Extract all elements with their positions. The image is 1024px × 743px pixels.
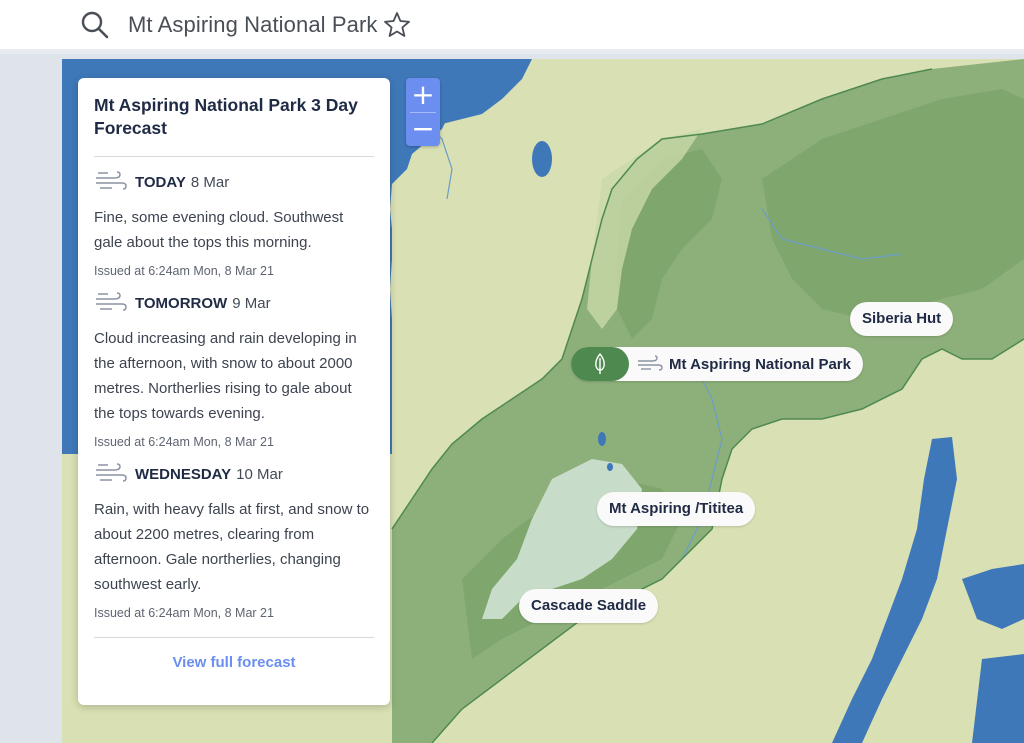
issued-time: Issued at 6:24am Mon, 8 Mar 21: [94, 264, 274, 278]
search-input[interactable]: Mt Aspiring National Park: [128, 12, 378, 38]
map-label-cascade-saddle[interactable]: Cascade Saddle: [519, 589, 659, 623]
day-description: Cloud increasing and rain developing in …: [94, 330, 357, 422]
zoom-out-button[interactable]: −: [406, 112, 440, 146]
day-date: 10 Mar: [236, 465, 283, 483]
issued-time: Issued at 6:24am Mon, 8 Mar 21: [94, 606, 274, 620]
tree-icon: [571, 347, 629, 381]
day-date: 8 Mar: [190, 173, 230, 191]
forecast-day-wednesday: WEDNESDAY 10 Mar Rain, with heavy falls …: [94, 462, 374, 620]
search-bar: Mt Aspiring National Park: [0, 0, 1024, 54]
map-label-mt-aspiring[interactable]: Mt Aspiring /Tititea: [597, 492, 756, 526]
wind-icon: [96, 171, 127, 190]
view-full-forecast-link[interactable]: View full forecast: [94, 654, 374, 671]
forecast-title: Mt Aspiring National Park 3 Day Forecast: [94, 95, 358, 138]
day-description: Fine, some evening cloud. Southwest gale…: [94, 209, 344, 251]
search-icon[interactable]: [80, 10, 110, 40]
star-icon[interactable]: [382, 10, 412, 40]
map-label-siberia-hut[interactable]: Siberia Hut: [850, 302, 954, 336]
wind-icon: [96, 292, 127, 311]
forecast-day-tomorrow: TOMORROW 9 Mar Cloud increasing and rain…: [94, 291, 374, 449]
day-name: WEDNESDAY: [135, 465, 232, 483]
forecast-panel: Mt Aspiring National Park 3 Day Forecast…: [78, 78, 390, 705]
zoom-in-button[interactable]: +: [406, 78, 440, 112]
divider: [94, 156, 374, 157]
park-name-label: Mt Aspiring National Park: [669, 355, 851, 373]
park-marker[interactable]: Mt Aspiring National Park: [571, 347, 863, 381]
wind-icon: [638, 355, 663, 371]
zoom-divider: [410, 112, 436, 113]
day-description: Rain, with heavy falls at first, and sno…: [94, 501, 370, 593]
forecast-day-today: TODAY 8 Mar Fine, some evening cloud. So…: [94, 170, 374, 278]
issued-time: Issued at 6:24am Mon, 8 Mar 21: [94, 435, 274, 449]
page-margin: [0, 59, 62, 743]
day-date: 9 Mar: [232, 294, 271, 312]
divider: [94, 637, 374, 638]
day-name: TOMORROW: [135, 294, 228, 312]
zoom-controls: + −: [406, 78, 440, 146]
wind-icon: [96, 463, 127, 482]
day-name: TODAY: [135, 173, 186, 191]
